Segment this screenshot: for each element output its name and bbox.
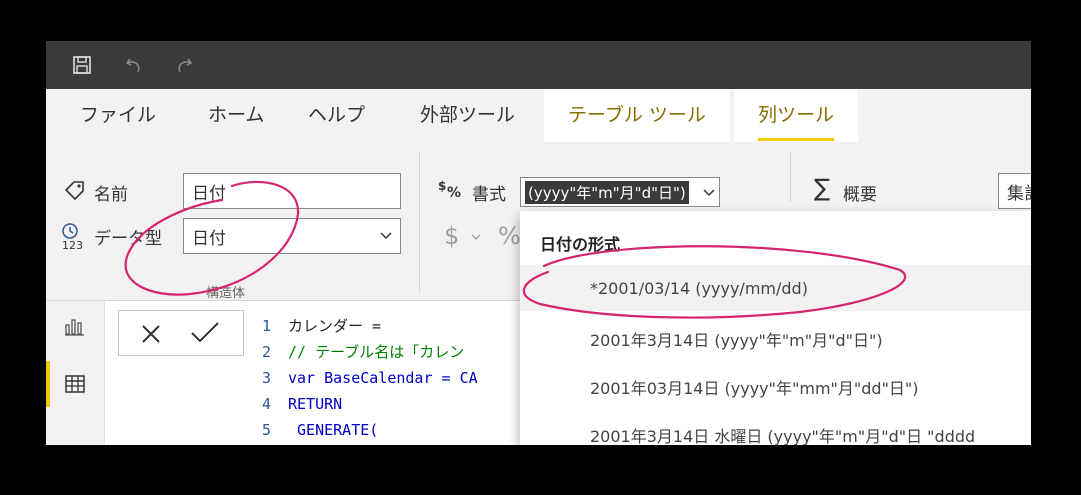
summary-select[interactable]: 集計 xyxy=(998,173,1031,209)
cancel-icon[interactable] xyxy=(139,322,163,350)
divider xyxy=(419,152,420,292)
structure-group-label: 構造体 xyxy=(206,286,246,301)
chevron-down-icon xyxy=(380,227,392,247)
datatype-value: 日付 xyxy=(192,228,226,249)
svg-text:$: $ xyxy=(438,179,446,193)
title-bar xyxy=(46,41,1031,89)
currency-button[interactable]: $ xyxy=(444,222,459,250)
chevron-down-icon xyxy=(470,230,482,250)
report-view-icon[interactable] xyxy=(64,315,86,341)
name-label: 名前 xyxy=(94,185,128,205)
chevron-down-icon xyxy=(703,184,715,204)
tab-file[interactable]: ファイル xyxy=(80,89,156,142)
code-line: 2// テーブル名は「カレン xyxy=(262,343,465,361)
format-label: 書式 xyxy=(472,185,506,205)
tab-home[interactable]: ホーム xyxy=(208,89,264,142)
percent-button[interactable]: % xyxy=(498,222,521,250)
datatype-select[interactable]: 日付 xyxy=(183,218,401,254)
active-indicator xyxy=(46,361,50,407)
data-view-icon[interactable] xyxy=(64,373,86,399)
dropdown-header: 日付の形式 xyxy=(540,235,621,254)
undo-icon[interactable] xyxy=(120,41,148,89)
format-value: (yyyy"年"m"月"d"日") xyxy=(525,180,689,204)
tab-table-tools[interactable]: テーブル ツール xyxy=(544,89,730,142)
left-nav xyxy=(46,301,105,445)
format-option[interactable]: *2001/03/14 (yyyy/mm/dd) xyxy=(590,279,808,298)
redo-icon[interactable] xyxy=(170,41,198,89)
dax-formula-editor[interactable]: 1 カレンダー = 2// テーブル名は「カレン 3 var BaseCalenda… xyxy=(254,311,554,445)
power-bi-window: ファイル ホーム ヘルプ 外部ツール テーブル ツール 列ツール 名前 日付 1… xyxy=(46,41,1031,445)
tag-icon xyxy=(64,180,86,205)
sigma-icon: ∑ xyxy=(814,174,831,202)
code-line: 1 カレンダー = xyxy=(262,317,382,335)
tab-external-tools[interactable]: 外部ツール xyxy=(420,89,515,142)
format-option[interactable]: 2001年03月14日 (yyyy"年"mm"月"dd"日") xyxy=(590,375,919,399)
summary-label: 概要 xyxy=(843,185,877,205)
name-input[interactable]: 日付 xyxy=(183,173,401,209)
commit-icon[interactable] xyxy=(189,320,221,350)
code-line: 5 GENERATE( xyxy=(262,421,379,439)
format-select[interactable]: (yyyy"年"m"月"d"日") xyxy=(520,177,720,207)
formula-buttons xyxy=(118,310,244,356)
datatype-label: データ型 xyxy=(94,229,162,249)
date-format-dropdown: 日付の形式 *2001/03/14 (yyyy/mm/dd) 2001年3月14… xyxy=(520,211,1031,445)
save-icon[interactable] xyxy=(68,41,96,89)
currency-format-icon: $% xyxy=(438,178,464,204)
datatype-icon: 123 xyxy=(60,222,88,255)
divider xyxy=(790,152,791,202)
ribbon-tabs: ファイル ホーム ヘルプ 外部ツール テーブル ツール 列ツール xyxy=(46,89,1031,142)
format-option[interactable]: 2001年3月14日 水曜日 (yyyy"年"m"月"d"日 "dddd xyxy=(590,423,975,445)
format-option[interactable]: 2001年3月14日 (yyyy"年"m"月"d"日") xyxy=(590,327,883,351)
svg-text:%: % xyxy=(447,185,461,200)
svg-text:123: 123 xyxy=(62,239,83,250)
code-line: 4 RETURN xyxy=(262,395,343,413)
tab-help[interactable]: ヘルプ xyxy=(308,89,365,142)
code-line: 3 var BaseCalendar = CA xyxy=(262,369,478,387)
tab-column-tools[interactable]: 列ツール xyxy=(734,89,859,142)
